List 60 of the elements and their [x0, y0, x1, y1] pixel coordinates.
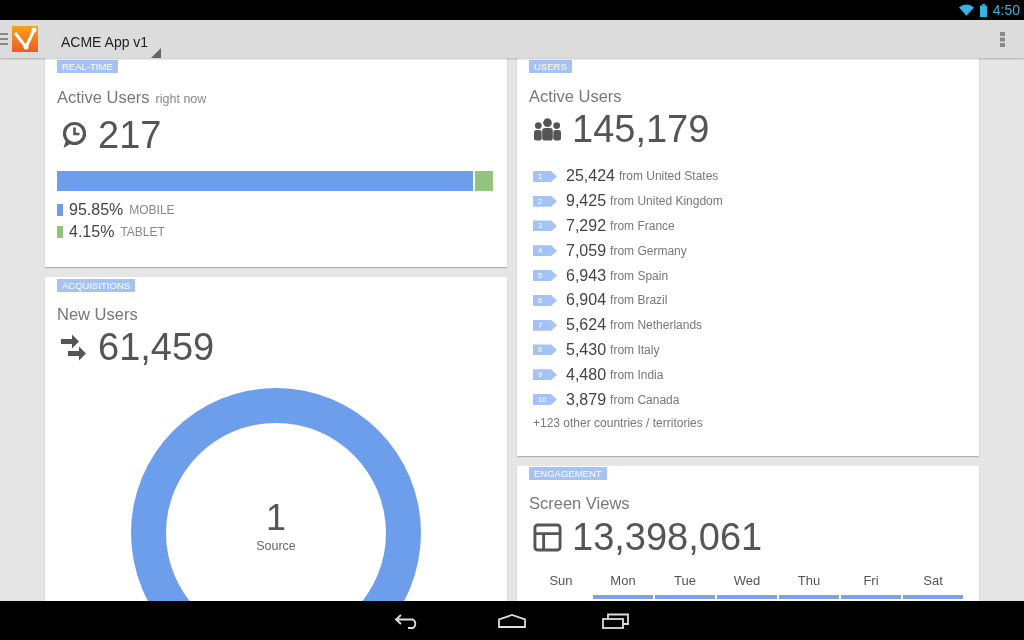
metric-value: 61,459 [98, 325, 215, 370]
layout-icon [533, 522, 562, 552]
day-label: Thu [796, 572, 822, 590]
app-selector[interactable]: ACME App v1 [61, 32, 162, 58]
country-name: from United States [618, 168, 719, 186]
country-count: 25,424 [566, 166, 615, 187]
status-time: 4:50 [992, 1, 1020, 20]
section-tag: REAL-TIME [57, 60, 118, 73]
section-tag: USERS [529, 60, 572, 73]
day-label: Fri [862, 572, 880, 590]
country-name: from Spain [610, 267, 669, 285]
day-label: Mon [609, 572, 637, 590]
country-count: 9,425 [566, 191, 607, 212]
day-label: Sun [548, 572, 574, 590]
metric-value: 145,179 [572, 107, 710, 152]
day-label: Tue [673, 572, 697, 590]
country-name: from Italy [610, 341, 660, 359]
share-percent: 4.15% [69, 221, 115, 242]
other-countries-note: +123 other countries / territories [533, 414, 703, 432]
day-label: Wed [732, 572, 762, 590]
app-logo-icon [12, 26, 38, 52]
card-title: New Users [57, 304, 138, 324]
card-title: Active Users [529, 86, 622, 106]
country-count: 7,059 [566, 240, 607, 261]
share-label: TABLET [120, 223, 165, 241]
donut-center-value: 1 [266, 498, 286, 538]
share-percent: 95.85% [69, 199, 124, 220]
country-count: 6,904 [566, 290, 607, 311]
arrows-icon [60, 333, 88, 361]
country-count: 3,879 [566, 389, 607, 410]
country-count: 6,943 [566, 265, 607, 286]
country-name: from Germany [610, 242, 687, 260]
country-name: from Canada [610, 391, 680, 409]
country-name: from France [610, 218, 675, 235]
share-label: MOBILE [129, 201, 175, 219]
overflow-menu-icon[interactable] [1000, 31, 1005, 47]
section-tag: ENGAGEMENT [529, 467, 607, 480]
metric-value: 13,398,061 [572, 515, 763, 560]
section-tag: ACQUISITIONS [57, 279, 136, 292]
country-name: from India [610, 366, 664, 384]
country-name: from United Kingdom [610, 193, 723, 211]
country-name: from Netherlands [610, 317, 703, 335]
country-name: from Brazil [610, 292, 668, 310]
clock-icon [60, 120, 88, 149]
wifi-icon [958, 4, 974, 16]
card-subtitle: right now [155, 91, 207, 108]
home-icon[interactable] [498, 613, 526, 628]
country-count: 4,480 [566, 364, 607, 385]
country-count: 5,624 [566, 315, 607, 336]
metric-value: 217 [98, 112, 162, 158]
donut-center-label: Source [256, 538, 296, 554]
country-count: 7,292 [566, 216, 607, 236]
day-label: Sat [922, 572, 944, 590]
battery-icon [979, 3, 987, 17]
menu-icon[interactable] [0, 33, 8, 45]
card-title: Screen Views [529, 493, 630, 513]
recents-icon[interactable] [602, 612, 630, 629]
country-count: 5,430 [566, 339, 607, 360]
people-icon [533, 117, 562, 141]
card-title: Active Users [57, 87, 150, 107]
